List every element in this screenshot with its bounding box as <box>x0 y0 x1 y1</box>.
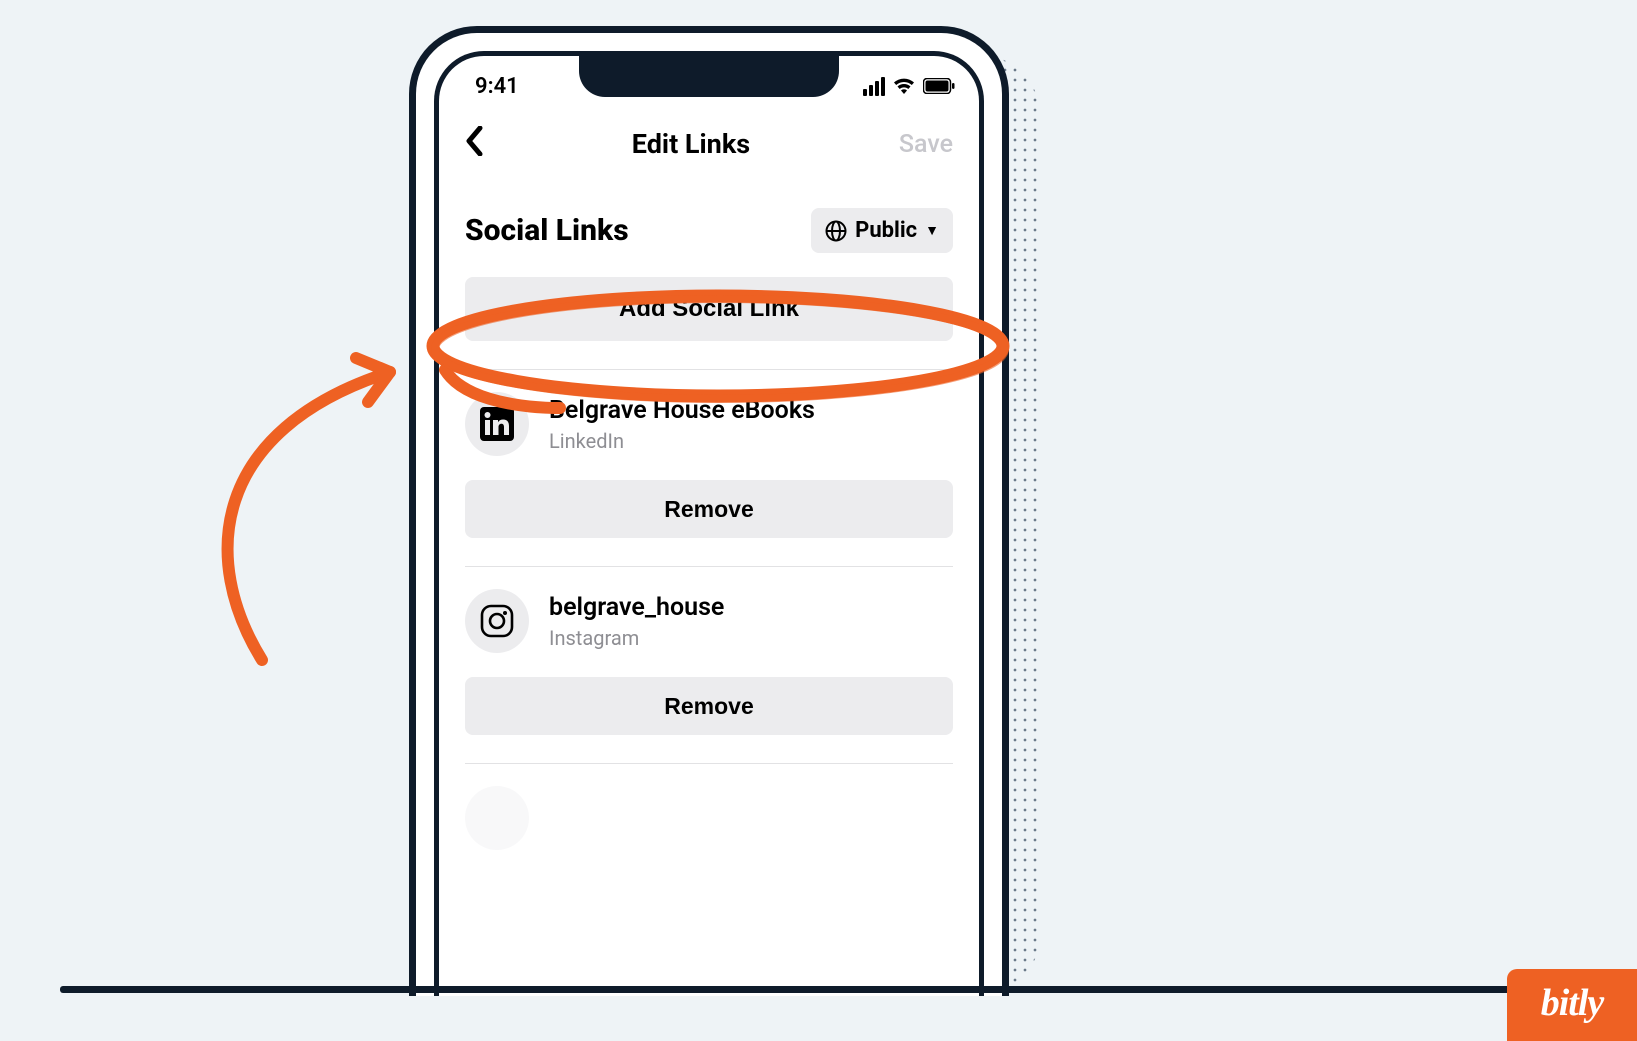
bitly-logo-badge: bitly <box>1507 969 1637 1041</box>
link-title: belgrave_house <box>549 593 724 622</box>
ground-line <box>60 986 1577 993</box>
unknown-icon <box>465 786 529 850</box>
phone-screen: 9:41 Edit Links Save Socia <box>434 51 984 996</box>
link-title: Belgrave House eBooks <box>549 396 815 425</box>
back-button[interactable] <box>465 126 483 162</box>
instagram-icon <box>465 589 529 653</box>
section-header: Social Links Public ▼ <box>439 182 979 271</box>
add-social-link-button[interactable]: Add Social Link <box>465 277 953 341</box>
section-title: Social Links <box>465 213 629 248</box>
battery-icon <box>923 78 955 94</box>
phone-frame: 9:41 Edit Links Save Socia <box>409 26 1009 996</box>
status-time: 9:41 <box>475 74 519 99</box>
page-title: Edit Links <box>632 128 750 160</box>
phone-notch <box>579 53 839 97</box>
social-link-item-partial <box>439 764 979 850</box>
save-button[interactable]: Save <box>899 130 953 159</box>
wifi-icon <box>892 77 916 95</box>
social-link-item: belgrave_house Instagram <box>439 567 979 669</box>
status-indicators <box>863 77 955 96</box>
nav-header: Edit Links Save <box>439 116 979 182</box>
visibility-label: Public <box>855 218 917 243</box>
link-platform: Instagram <box>549 626 724 650</box>
globe-icon <box>825 220 847 242</box>
linkedin-icon <box>465 392 529 456</box>
caret-down-icon: ▼ <box>925 222 939 239</box>
cellular-icon <box>863 77 885 96</box>
annotation-arrow <box>228 358 390 660</box>
remove-link-button[interactable]: Remove <box>465 677 953 735</box>
remove-link-button[interactable]: Remove <box>465 480 953 538</box>
bitly-logo-text: bitly <box>1541 981 1604 1025</box>
social-link-item: Belgrave House eBooks LinkedIn <box>439 370 979 472</box>
visibility-selector[interactable]: Public ▼ <box>811 208 953 253</box>
link-platform: LinkedIn <box>549 429 815 453</box>
